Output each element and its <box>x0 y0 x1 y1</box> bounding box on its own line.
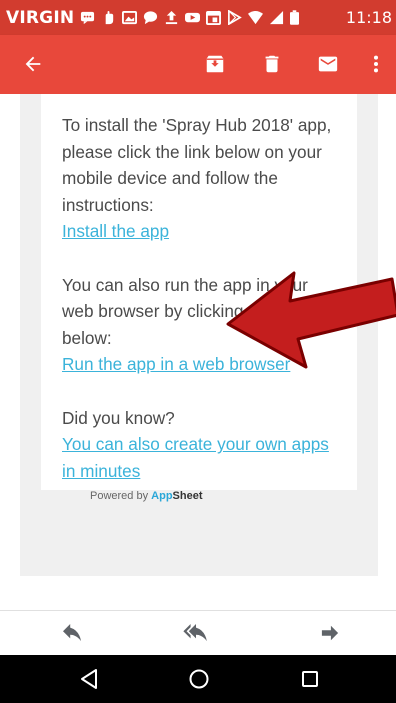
back-arrow-icon <box>25 56 41 72</box>
status-bar: VIRGIN 11:18 <box>0 0 396 35</box>
youtube-icon <box>185 12 201 23</box>
recents-square-icon <box>302 671 318 687</box>
create-apps-link-line-1[interactable]: You can also create your own apps <box>62 431 329 458</box>
install-instructions-line-3: mobile device and follow the <box>62 168 278 189</box>
back-triangle-icon <box>81 669 97 689</box>
carrier-name: VIRGIN <box>6 7 75 28</box>
appsheet-logo-sheet[interactable]: Sheet <box>173 490 203 502</box>
reply-button[interactable] <box>59 623 85 643</box>
trash-icon <box>265 55 279 73</box>
reply-action-bar <box>0 611 396 655</box>
mark-unread-button[interactable] <box>313 49 343 79</box>
battery-icon <box>290 10 300 25</box>
app-bar <box>0 35 396 94</box>
archive-button[interactable] <box>200 49 230 79</box>
nav-recents-button[interactable] <box>297 666 323 692</box>
mail-icon <box>318 56 338 72</box>
powered-by-text: Powered by <box>90 490 152 502</box>
play-store-icon <box>228 10 243 25</box>
upload-icon <box>166 10 178 25</box>
install-instructions-line-2: please click the link below on your <box>62 141 322 162</box>
reply-all-button[interactable] <box>183 623 209 643</box>
back-button[interactable] <box>18 49 48 79</box>
appsheet-logo-app[interactable]: App <box>151 490 172 502</box>
message-icon <box>81 11 95 25</box>
nav-back-button[interactable] <box>76 666 102 692</box>
more-options-button[interactable] <box>361 49 391 79</box>
wifi-icon <box>248 10 264 25</box>
clock: 11:18 <box>345 8 392 27</box>
create-apps-link-line-2[interactable]: in minutes <box>62 458 140 485</box>
powered-by-footer: Powered by AppSheet <box>90 490 203 502</box>
nav-home-button[interactable] <box>186 666 212 692</box>
web-instructions-line-3: below: <box>62 327 112 348</box>
forward-button[interactable] <box>317 623 343 643</box>
image-icon <box>122 10 138 25</box>
delete-button[interactable] <box>257 49 287 79</box>
reply-icon <box>63 624 81 642</box>
home-circle-icon <box>189 669 209 689</box>
chat-icon <box>144 11 158 25</box>
more-vert-icon <box>373 55 379 73</box>
calendar-icon <box>206 10 222 25</box>
notification-icons <box>80 10 300 25</box>
install-instructions-line-4: instructions: <box>62 194 154 215</box>
archive-icon <box>206 55 224 73</box>
signal-icon <box>270 10 284 25</box>
install-app-link[interactable]: Install the app <box>62 218 169 245</box>
hand-icon <box>105 10 114 25</box>
install-instructions-line-1: To install the 'Spray Hub 2018' app, <box>62 115 332 135</box>
system-nav-bar <box>0 655 396 703</box>
did-you-know-text: Did you know? <box>62 407 175 428</box>
forward-icon <box>321 625 339 641</box>
email-body: To install the 'Spray Hub 2018' app, ple… <box>0 94 396 610</box>
annotation-arrow-icon <box>226 271 396 369</box>
reply-all-icon <box>183 624 207 642</box>
